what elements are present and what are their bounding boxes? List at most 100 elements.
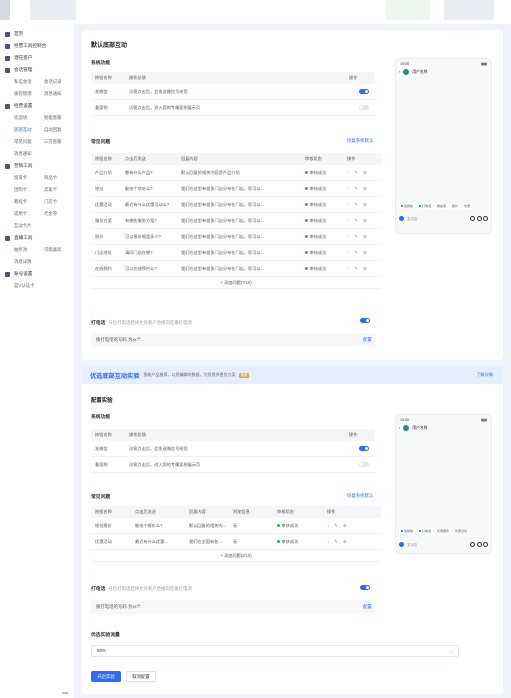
- delete-icon[interactable]: ⊗: [363, 250, 367, 256]
- status-text: 审核成功: [309, 201, 327, 207]
- sidebar-item[interactable]: 底部互动: [14, 124, 44, 136]
- delete-icon[interactable]: ⊗: [363, 266, 367, 272]
- sidebar-item[interactable]: 可能喜欢: [44, 244, 74, 256]
- move-up-icon[interactable]: ↑: [347, 234, 349, 240]
- sidebar-item[interactable]: 自动回复: [44, 124, 74, 136]
- move-up-icon[interactable]: ↑: [347, 250, 349, 256]
- table-header: 按钮名称 操作反馈 操作: [91, 429, 375, 441]
- col-header: 按钮名称: [95, 75, 112, 80]
- cell-name: 在线预约: [95, 265, 112, 271]
- sidebar-item[interactable]: 门店卡: [44, 196, 74, 208]
- sidebar-section-icon: [5, 67, 10, 73]
- sidebar-item[interactable]: 消息通知: [44, 88, 74, 100]
- edit-icon[interactable]: ✎: [354, 266, 358, 272]
- sidebar-item[interactable]: 抽奖池: [14, 244, 44, 256]
- cell-name: 地址: [95, 185, 104, 191]
- edit-icon[interactable]: ✎: [354, 234, 358, 240]
- cancel-button[interactable]: 取消配置: [126, 671, 156, 682]
- sidebar-section[interactable]: 营销工具: [0, 160, 74, 172]
- cell-send: 最近有什么优惠活动么?: [125, 201, 170, 207]
- sidebar-section[interactable]: 经营工具控制台: [0, 40, 74, 52]
- add-question-button[interactable]: + 添加问题(2/10): [91, 550, 381, 562]
- col-header: 按钮名称: [95, 432, 112, 437]
- move-up-icon[interactable]: ↑: [347, 218, 349, 224]
- configure-link[interactable]: 配置: [363, 604, 372, 610]
- delete-icon[interactable]: ⊗: [363, 202, 367, 208]
- edit-icon[interactable]: ✎: [354, 170, 358, 176]
- button-name: 发微信: [95, 88, 108, 94]
- system-functions-title: 系统功能: [91, 61, 111, 66]
- move-up-icon[interactable]: ↑: [347, 186, 349, 192]
- phone-chips: 发微信 打电话 看案例 报价 优惠: [399, 203, 473, 209]
- sidebar-item[interactable]: 代金券: [44, 208, 74, 220]
- user-name: 用户名称: [412, 425, 428, 430]
- sidebar-item[interactable]: 私信会话: [14, 76, 44, 88]
- sidebar-item[interactable]: 三方客服: [44, 136, 74, 148]
- start-experiment-button[interactable]: 开启实验: [91, 671, 121, 682]
- move-up-icon[interactable]: ↑: [347, 202, 349, 208]
- move-up-icon[interactable]: ↑: [327, 523, 329, 529]
- sidebar-item[interactable]: 教程卡: [14, 196, 44, 208]
- flow-select[interactable]: 50% ⌄: [91, 645, 459, 657]
- toggle-switch[interactable]: [359, 105, 369, 110]
- sidebar-item[interactable]: 团购卡: [14, 184, 44, 196]
- move-up-icon[interactable]: ↑: [347, 266, 349, 272]
- cell-name: 产品介绍: [95, 169, 112, 175]
- delete-icon[interactable]: ⊗: [363, 170, 367, 176]
- sidebar-item[interactable]: 消息通知: [14, 148, 44, 160]
- sidebar-item[interactable]: 消息详情: [14, 256, 44, 268]
- row-actions: ↑ ✎ ⊗: [343, 218, 367, 224]
- delete-icon[interactable]: ⊗: [343, 539, 347, 545]
- sidebar-item[interactable]: 商品卡: [44, 172, 74, 184]
- edit-icon[interactable]: ✎: [334, 523, 338, 529]
- edit-icon[interactable]: ✎: [334, 539, 338, 545]
- status-badge: 审核成功: [301, 218, 343, 224]
- success-dot-icon: [305, 219, 308, 222]
- collapse-icon[interactable]: [62, 692, 68, 694]
- chip-label: 发微信: [404, 204, 414, 208]
- delete-icon[interactable]: ⊗: [343, 523, 347, 529]
- call-toggle[interactable]: [360, 585, 370, 590]
- delete-icon[interactable]: ⊗: [363, 218, 367, 224]
- sidebar-section[interactable]: 经营设置: [0, 100, 74, 112]
- delete-icon[interactable]: ⊗: [363, 234, 367, 240]
- restore-default-link[interactable]: 恢复系统默认: [347, 493, 373, 499]
- system-functions-title: 系统功能: [91, 415, 111, 420]
- table-row: 地址报价 能给个报价么? 默认回复的相关内... 无 审核成功 ↑ ✎ ⊗: [91, 518, 381, 534]
- sidebar-section[interactable]: 会话管理: [0, 64, 74, 76]
- add-question-button[interactable]: + 添加问题(7/10): [91, 277, 381, 289]
- toggle-switch[interactable]: [359, 89, 369, 94]
- sidebar-item[interactable]: 留资卡: [14, 172, 44, 184]
- sidebar-section-icon: [5, 55, 10, 61]
- sidebar-item[interactable]: 互动卡片: [14, 220, 44, 232]
- sidebar-item[interactable]: 欢迎语: [14, 112, 44, 124]
- sidebar-item[interactable]: 卖家卡: [44, 184, 74, 196]
- toggle-switch[interactable]: [359, 462, 369, 467]
- sidebar-section[interactable]: 潜在客户: [0, 52, 74, 64]
- sidebar-item[interactable]: 质检管理: [14, 88, 44, 100]
- sidebar-item[interactable]: 会话记录: [44, 76, 74, 88]
- restore-default-link[interactable]: 恢复系统默认: [347, 138, 373, 144]
- configure-link[interactable]: 配置: [363, 337, 372, 343]
- sidebar-section[interactable]: 账号设置: [0, 268, 74, 280]
- chevron-down-icon: ⌄: [449, 648, 453, 653]
- edit-icon[interactable]: ✎: [354, 202, 358, 208]
- input-placeholder: 发消息: [407, 216, 418, 221]
- sidebar-item[interactable]: 常见问题: [14, 136, 44, 148]
- call-toggle[interactable]: [360, 318, 370, 323]
- edit-icon[interactable]: ✎: [354, 250, 358, 256]
- edit-icon[interactable]: ✎: [354, 186, 358, 192]
- sidebar-section[interactable]: 首页: [0, 28, 74, 40]
- learn-more-link[interactable]: 了解详情: [476, 372, 493, 378]
- top-blurred-tab: [30, 0, 76, 20]
- sidebar-item[interactable]: 智能客服: [44, 112, 74, 124]
- move-up-icon[interactable]: ↑: [347, 170, 349, 176]
- edit-icon[interactable]: ✎: [354, 218, 358, 224]
- delete-icon[interactable]: ⊗: [363, 186, 367, 192]
- sidebar-section[interactable]: 直播工具: [0, 232, 74, 244]
- move-up-icon[interactable]: ↑: [327, 539, 329, 545]
- sidebar-item[interactable]: 适用卡: [14, 208, 44, 220]
- status-text: 审核成功: [281, 538, 299, 544]
- toggle-switch[interactable]: [359, 446, 369, 451]
- sidebar-item[interactable]: 蓝V认证卡: [14, 280, 44, 292]
